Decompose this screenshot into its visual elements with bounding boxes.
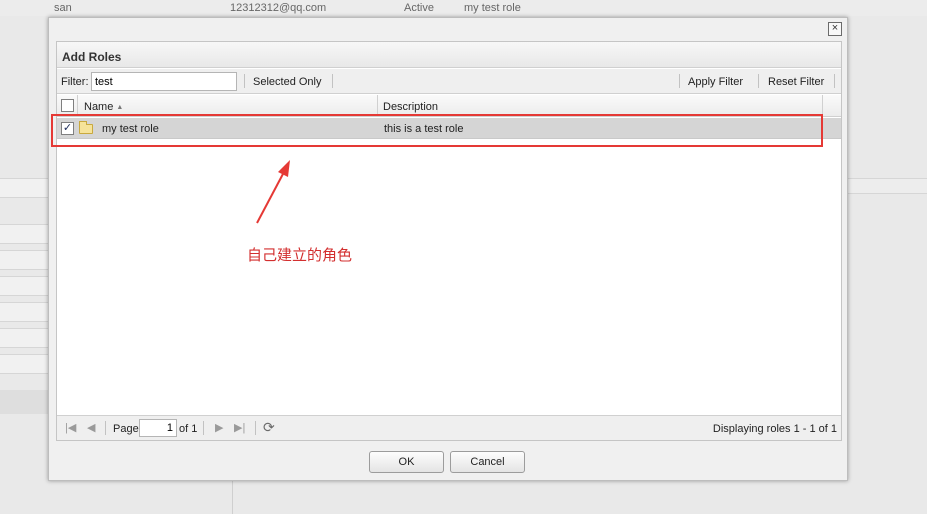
reset-filter-button[interactable]: Reset Filter: [768, 76, 824, 88]
bg-strip: [0, 276, 48, 296]
pager-separator: [203, 421, 204, 435]
filter-toolbar: Filter: Selected Only Apply Filter Reset…: [57, 69, 841, 94]
role-description-cell: this is a test role: [384, 123, 464, 135]
table-row[interactable]: ✓ my test role this is a test role: [57, 118, 841, 139]
toolbar-separator: [332, 74, 333, 88]
bg-strip: [0, 302, 48, 322]
toolbar-separator: [758, 74, 759, 88]
select-all-column: [57, 95, 78, 117]
pager-separator: [105, 421, 106, 435]
annotation-label: 自己建立的角色: [247, 247, 353, 264]
grid-header: Name ▲ Description: [57, 95, 841, 117]
bg-user-name: san: [54, 2, 72, 14]
select-all-checkbox[interactable]: [61, 99, 74, 112]
filter-input[interactable]: [91, 72, 237, 91]
ok-button[interactable]: OK: [369, 451, 444, 473]
bg-right-band: [847, 178, 927, 194]
sort-ascending-icon: ▲: [116, 104, 124, 111]
row-checkbox[interactable]: ✓: [61, 122, 74, 135]
apply-filter-button[interactable]: Apply Filter: [688, 76, 743, 88]
page-label: Page: [113, 423, 139, 435]
bg-bottom-block: [0, 390, 48, 414]
name-column-label: Name: [84, 101, 114, 113]
role-name-cell: my test role: [102, 123, 159, 135]
description-column-header[interactable]: Description: [378, 95, 823, 117]
bg-strip: [0, 250, 48, 270]
bg-strip: [0, 178, 48, 198]
bg-strip: [0, 224, 48, 244]
last-page-icon[interactable]: ▶|: [234, 421, 245, 434]
cancel-button[interactable]: Cancel: [450, 451, 525, 473]
prev-page-icon[interactable]: ◀: [87, 421, 95, 434]
folder-icon: [79, 121, 93, 134]
toolbar-separator: [834, 74, 835, 88]
toolbar-separator: [679, 74, 680, 88]
filter-label: Filter:: [61, 76, 89, 88]
bg-user-status: Active: [404, 2, 434, 14]
paging-toolbar: |◀ ◀ Page of 1 ▶ ▶| ⟳ Displaying roles 1…: [57, 415, 841, 440]
background-left-rows: [0, 170, 48, 414]
add-roles-dialog: × Add Roles Filter: Selected Only Apply …: [48, 17, 848, 481]
bg-divider: [232, 480, 233, 514]
roles-panel: Add Roles Filter: Selected Only Apply Fi…: [56, 41, 842, 441]
bg-strip: [0, 328, 48, 348]
paging-display-text: Displaying roles 1 - 1 of 1: [712, 423, 837, 435]
dialog-title: Add Roles: [57, 42, 841, 68]
page-count-label: of 1: [179, 423, 198, 435]
background-user-row: san 12312312@qq.com Active my test role: [0, 0, 927, 16]
refresh-icon[interactable]: ⟳: [263, 419, 275, 436]
close-icon[interactable]: ×: [828, 22, 842, 36]
next-page-icon[interactable]: ▶: [215, 421, 223, 434]
toolbar-separator: [244, 74, 245, 88]
bg-user-email: 12312312@qq.com: [230, 2, 327, 14]
page-number-input[interactable]: [139, 419, 177, 437]
pager-separator: [255, 421, 256, 435]
bg-strip: [0, 354, 48, 374]
selected-only-button[interactable]: Selected Only: [253, 76, 321, 88]
name-column-header[interactable]: Name ▲: [78, 95, 378, 117]
description-column-label: Description: [383, 101, 439, 113]
bg-user-role: my test role: [464, 2, 521, 14]
first-page-icon[interactable]: |◀: [65, 421, 76, 434]
